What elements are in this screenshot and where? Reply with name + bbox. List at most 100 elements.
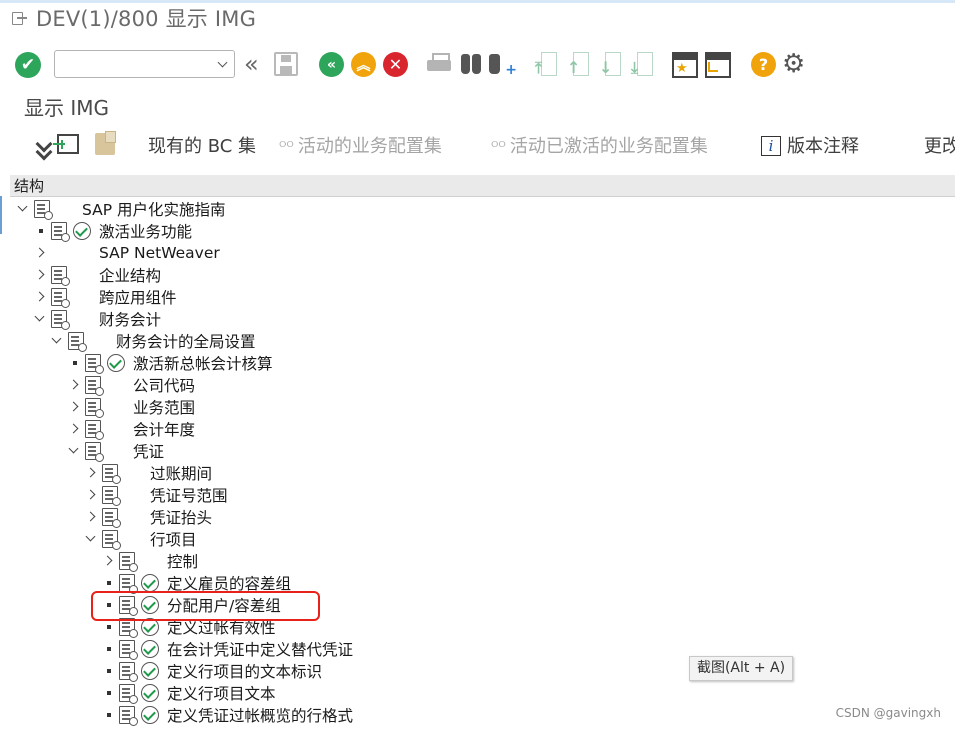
documentation-icon[interactable]	[102, 486, 121, 506]
documentation-icon[interactable]	[51, 310, 70, 330]
cancel-icon[interactable]: ✕	[383, 52, 408, 77]
documentation-icon[interactable]	[85, 354, 104, 374]
command-field[interactable]	[54, 50, 235, 78]
tree-node[interactable]: 定义凭证过帐概览的行格式	[103, 704, 353, 726]
chevron-down-icon[interactable]	[217, 57, 228, 68]
expand-icon[interactable]	[69, 418, 81, 440]
tree-node[interactable]: 凭证	[69, 440, 164, 462]
first-page-icon[interactable]: ⤒	[535, 52, 557, 78]
documentation-icon[interactable]	[102, 464, 121, 484]
tree-node-label: 凭证	[133, 443, 165, 461]
execute-activity-icon[interactable]	[141, 706, 159, 724]
documentation-icon[interactable]	[68, 332, 87, 352]
execute-activity-icon[interactable]	[141, 574, 159, 592]
standard-toolbar: ✔ « « ︽ ✕ + ⤒ ↑ ↓ ⤓ ★ ? ⚙	[0, 44, 955, 90]
back-icon[interactable]: «	[319, 52, 344, 77]
tree-node[interactable]: 行项目	[86, 528, 197, 550]
expand-icon[interactable]	[69, 374, 81, 396]
tree-node[interactable]: 激活业务功能	[35, 220, 192, 242]
tree-node[interactable]: 凭证抬头	[86, 506, 212, 528]
exit-icon[interactable]: ︽	[351, 52, 376, 77]
tree-node[interactable]: 企业结构	[35, 264, 161, 286]
documentation-icon[interactable]	[85, 420, 104, 440]
collapse-icon[interactable]	[35, 308, 47, 330]
execute-activity-icon[interactable]	[107, 354, 125, 372]
tree-node[interactable]: SAP 用户化实施指南	[18, 198, 226, 220]
tree-node[interactable]: 公司代码	[69, 374, 195, 396]
documentation-icon[interactable]	[119, 574, 138, 594]
menu-icon[interactable]	[12, 11, 28, 25]
documentation-icon[interactable]	[51, 266, 70, 286]
tree-node-label: 定义行项目的文本标识	[167, 663, 323, 681]
collapse-icon[interactable]	[52, 330, 64, 352]
enter-icon[interactable]: ✔	[15, 52, 41, 78]
help-icon[interactable]: ?	[751, 52, 776, 77]
tree-node[interactable]: 业务范围	[69, 396, 195, 418]
execute-activity-icon[interactable]	[73, 222, 91, 240]
next-page-icon[interactable]: ↓	[599, 52, 621, 78]
expand-icon[interactable]	[103, 550, 115, 572]
documentation-icon[interactable]	[102, 508, 121, 528]
execute-activity-icon[interactable]	[141, 684, 159, 702]
collapse-icon[interactable]	[86, 528, 98, 550]
print-icon[interactable]	[427, 53, 451, 75]
tree-node[interactable]: 控制	[103, 550, 198, 572]
tree-node[interactable]: 激活新总帐会计核算	[69, 352, 273, 374]
tree-node[interactable]: 财务会计的全局设置	[52, 330, 256, 352]
history-back-icon[interactable]: «	[244, 50, 268, 78]
tree-node[interactable]: 凭证号范围	[86, 484, 228, 506]
glasses-icon: ᴼᴼ	[491, 138, 506, 156]
tree-node[interactable]: 财务会计	[35, 308, 161, 330]
tree-node-label: 定义凭证过帐概览的行格式	[167, 707, 354, 725]
tree-node[interactable]: 会计年度	[69, 418, 195, 440]
tree-node[interactable]: 定义行项目文本	[103, 682, 276, 704]
execute-activity-icon[interactable]	[141, 662, 159, 680]
create-session-icon[interactable]: ★	[672, 52, 698, 78]
expand-icon[interactable]	[86, 462, 98, 484]
documentation-icon[interactable]	[85, 376, 104, 396]
documentation-icon[interactable]	[51, 288, 70, 308]
documentation-icon[interactable]	[119, 640, 138, 660]
tree-node[interactable]: 在会计凭证中定义替代凭证	[103, 638, 353, 660]
documentation-icon[interactable]	[119, 662, 138, 682]
expand-icon[interactable]	[35, 242, 47, 264]
last-page-icon[interactable]: ⤓	[631, 52, 653, 78]
documentation-icon[interactable]	[119, 706, 138, 726]
documentation-icon[interactable]	[119, 552, 138, 572]
activated-biz-config-sets-button[interactable]: ᴼᴼ 活动已激活的业务配置集	[491, 132, 708, 158]
active-biz-config-sets-button[interactable]: ᴼᴼ 活动的业务配置集	[279, 132, 442, 158]
previous-page-icon[interactable]: ↑	[567, 52, 589, 78]
documentation-icon[interactable]	[51, 222, 70, 242]
find-icon[interactable]	[459, 52, 483, 76]
expand-icon[interactable]	[86, 506, 98, 528]
shortcut-icon[interactable]	[705, 52, 731, 78]
tree-node-label: 跨应用组件	[99, 289, 177, 307]
release-notes-button[interactable]: i 版本注释	[761, 132, 859, 158]
screenshot-tooltip: 截图(Alt + A)	[689, 656, 793, 681]
collapse-icon[interactable]	[69, 440, 81, 462]
expand-icon[interactable]	[35, 286, 47, 308]
tree-node[interactable]: 定义行项目的文本标识	[103, 660, 322, 682]
document-icon[interactable]	[53, 134, 79, 154]
save-icon[interactable]	[274, 52, 298, 76]
documentation-icon[interactable]	[34, 200, 53, 220]
more-button[interactable]: 更改	[924, 132, 955, 158]
tree-node[interactable]: SAP NetWeaver	[35, 242, 220, 264]
existing-bc-sets-button[interactable]: 现有的 BC 集	[148, 132, 256, 158]
settings-icon[interactable]: ⚙	[782, 51, 805, 77]
execute-activity-icon[interactable]	[141, 640, 159, 658]
bullet-icon	[69, 352, 81, 374]
expand-icon[interactable]	[69, 396, 81, 418]
documentation-icon[interactable]	[102, 530, 121, 550]
documentation-icon[interactable]	[85, 442, 104, 462]
watermark: CSDN @gavingxh	[835, 706, 941, 720]
find-next-icon[interactable]: +	[489, 52, 517, 78]
clipboard-icon[interactable]	[95, 131, 116, 155]
documentation-icon[interactable]	[85, 398, 104, 418]
expand-icon[interactable]	[35, 264, 47, 286]
tree-node[interactable]: 跨应用组件	[35, 286, 177, 308]
tree-node[interactable]: 过账期间	[86, 462, 212, 484]
collapse-icon[interactable]	[18, 198, 30, 220]
documentation-icon[interactable]	[119, 684, 138, 704]
expand-icon[interactable]	[86, 484, 98, 506]
